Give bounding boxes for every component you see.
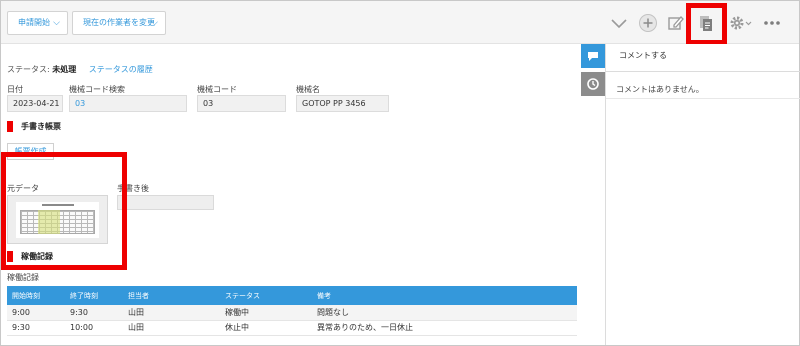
add-record-icon[interactable] bbox=[637, 12, 659, 34]
column-header: 開始時刻 bbox=[7, 286, 65, 305]
status-history-link[interactable]: ステータスの履歴 bbox=[89, 65, 153, 74]
status-line: ステータス: 未処理 ステータスの履歴 bbox=[7, 64, 153, 75]
table-cell: 9:30 bbox=[7, 320, 65, 336]
more-options-icon[interactable] bbox=[761, 12, 783, 34]
divider bbox=[606, 98, 800, 99]
machine-code-field: 03 bbox=[197, 95, 286, 112]
table-cell: 9:00 bbox=[7, 305, 65, 321]
comment-panel: コメントする コメントはありません。 bbox=[605, 44, 800, 345]
sidebar-tabs bbox=[581, 44, 605, 96]
change-assignee-button[interactable]: 現在の作業者を変更 ⌵ bbox=[72, 11, 166, 35]
comment-bubble-icon bbox=[588, 52, 598, 61]
change-assignee-label: 現在の作業者を変更 bbox=[83, 18, 155, 27]
table-cell: 稼働中 bbox=[220, 305, 312, 321]
settings-gear-icon[interactable] bbox=[727, 12, 753, 34]
operation-table-title: 稼働記録 bbox=[7, 273, 39, 282]
edit-icon[interactable] bbox=[665, 12, 687, 34]
column-header: 担当者 bbox=[123, 286, 220, 305]
column-header: 備考 bbox=[312, 286, 577, 305]
machine-code-search-label: 機械コード検索 bbox=[69, 85, 125, 94]
tab-comments[interactable] bbox=[581, 44, 605, 68]
collapse-chevron-icon[interactable] bbox=[608, 12, 630, 34]
table-cell: 休止中 bbox=[220, 320, 312, 336]
column-header: ステータス bbox=[220, 286, 312, 305]
after-handwriting-field bbox=[117, 195, 214, 210]
table-cell: 10:00 bbox=[65, 320, 123, 336]
table-row: 9:00 9:30 山田 稼働中 問題なし bbox=[7, 305, 577, 321]
table-cell: 山田 bbox=[123, 305, 220, 321]
date-label: 日付 bbox=[7, 85, 23, 94]
status-label: ステータス: bbox=[7, 65, 50, 74]
section-marker bbox=[7, 121, 13, 132]
table-row: 9:30 10:00 山田 休止中 異常ありのため、一日休止 bbox=[7, 320, 577, 336]
machine-name-field: GOTOP PP 3456 bbox=[296, 95, 389, 112]
highlight-original-data bbox=[1, 152, 127, 270]
comment-title[interactable]: コメントする bbox=[619, 50, 667, 61]
table-cell: 9:30 bbox=[65, 305, 123, 321]
status-value: 未処理 bbox=[52, 65, 77, 74]
machine-code-label: 機械コード bbox=[197, 85, 237, 94]
chevron-down-icon: ⌵ bbox=[53, 18, 60, 28]
divider bbox=[606, 71, 800, 72]
start-application-label: 申請開始 bbox=[18, 18, 50, 27]
tab-history[interactable] bbox=[581, 72, 605, 96]
no-comments-text: コメントはありません。 bbox=[616, 85, 704, 94]
operation-table: 開始時刻 終了時刻 担当者 ステータス 備考 9:00 9:30 山田 稼働中 … bbox=[7, 286, 577, 336]
table-cell: 異常ありのため、一日休止 bbox=[312, 320, 577, 336]
machine-code-search-field[interactable]: 03 bbox=[69, 95, 187, 112]
table-header-row: 開始時刻 終了時刻 担当者 ステータス 備考 bbox=[7, 286, 577, 305]
chevron-down-icon: ⌵ bbox=[151, 18, 158, 28]
table-cell: 問題なし bbox=[312, 305, 577, 321]
machine-name-label: 機械名 bbox=[296, 85, 320, 94]
handwritten-form-section: 手書き帳票 bbox=[7, 121, 61, 132]
history-clock-icon bbox=[587, 78, 599, 90]
handwritten-form-title: 手書き帳票 bbox=[21, 122, 61, 131]
highlight-document-icon bbox=[686, 3, 727, 45]
column-header: 終了時刻 bbox=[65, 286, 123, 305]
table-cell: 山田 bbox=[123, 320, 220, 336]
start-application-button[interactable]: 申請開始 ⌵ bbox=[7, 11, 68, 35]
date-field: 2023-04-21 bbox=[7, 95, 63, 112]
record-header: 申請開始 ⌵ 現在の作業者を変更 ⌵ bbox=[1, 1, 799, 44]
